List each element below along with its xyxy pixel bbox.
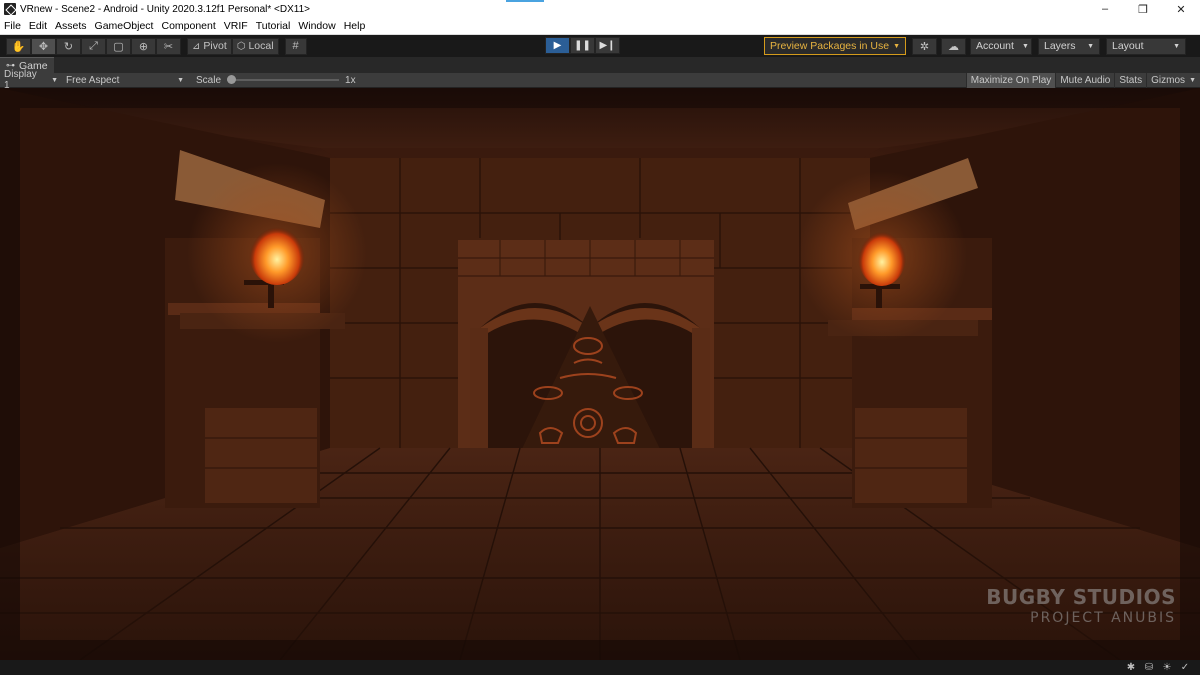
watermark-project: PROJECT ANUBIS [1030,610,1176,626]
play-icon[interactable]: ▶ [545,37,570,54]
layers-label: Layers [1044,40,1076,52]
minimize-button[interactable]: – [1086,0,1124,18]
account-label: Account [976,40,1014,52]
gizmos-label: Gizmos [1151,75,1186,86]
menu-tutorial[interactable]: Tutorial [252,20,295,32]
auto-generate-lighting-icon[interactable]: ☀ [1158,661,1176,674]
view-tab-bar: ⊶ Game [0,57,1200,73]
play-controls: ▶ ❚❚ ▶❙ [545,37,620,54]
toolbar-right: Preview Packages in Use ▼ ✲ ☁ Account ▼ … [764,37,1186,55]
unity-logo-icon [4,3,16,15]
gate-pillar-left [470,328,488,458]
debug-bug-icon[interactable]: ✱ [1122,661,1140,674]
rect-icon[interactable]: ▢ [106,37,131,55]
menu-window[interactable]: Window [294,20,339,32]
step-icon[interactable]: ▶❙ [595,37,620,54]
chevron-down-icon: ▼ [1173,42,1180,50]
right-torch [797,171,967,341]
scale-label: Scale [196,74,222,86]
rotate-icon[interactable]: ↻ [56,37,81,55]
local-toggle[interactable]: ⬡ Local [231,37,279,55]
local-cube-icon: ⬡ [236,40,246,52]
game-view-toolbar: Display 1 ▼ Free Aspect ▼ Scale 1x Maxim… [0,69,1200,91]
gate-pillar-right [692,328,710,458]
hand-icon[interactable]: ✋ [6,37,31,55]
cloud-icon[interactable]: ☁ [941,37,966,55]
watermark-studio: BUGBY STUDIOS [986,585,1176,609]
cache-server-icon[interactable]: ⛁ [1140,661,1158,674]
pivot-toggle[interactable]: ⊿ Pivot [187,37,232,55]
pivot-icon: ⊿ [192,40,201,52]
display-dropdown[interactable]: Display 1 ▼ [0,69,62,91]
scale-icon[interactable]: ⤢ [81,37,106,55]
grid-snap-group: # [284,37,307,55]
window-controls: – ❐ ✕ [1086,0,1200,18]
close-button[interactable]: ✕ [1162,0,1200,18]
scene-render [0,88,1200,660]
chevron-down-icon: ▼ [893,42,900,50]
account-dropdown[interactable]: Account ▼ [970,37,1032,55]
chevron-down-icon: ▼ [177,76,184,84]
menu-gameobject[interactable]: GameObject [91,20,158,32]
aspect-dropdown[interactable]: Free Aspect ▼ [62,73,188,88]
layers-dropdown[interactable]: Layers ▼ [1038,37,1100,55]
chevron-down-icon: ▼ [1087,42,1094,50]
local-label: Local [248,40,274,52]
mute-audio-toggle[interactable]: Mute Audio [1055,73,1114,88]
status-icons: ✱ ⛁ ☀ ✓ [1122,661,1194,674]
gizmos-dropdown[interactable]: Gizmos ▼ [1146,73,1200,88]
pause-icon[interactable]: ❚❚ [570,37,595,54]
taskbar-progress-strip [506,0,544,2]
game-viewport[interactable]: BUGBY STUDIOS PROJECT ANUBIS [0,88,1200,660]
handle-toggles: ⊿ Pivot ⬡ Local [187,37,279,55]
preview-packages-label: Preview Packages in Use [770,40,890,52]
menu-bar: File Edit Assets GameObject Component VR… [0,18,1200,35]
progress-check-icon[interactable]: ✓ [1176,661,1194,674]
move-icon[interactable]: ✥ [31,37,56,55]
aspect-label: Free Aspect [66,74,120,86]
menu-component[interactable]: Component [157,20,219,32]
stats-toggle[interactable]: Stats [1114,73,1146,88]
chevron-down-icon: ▼ [1189,77,1196,84]
chevron-down-icon: ▼ [1021,42,1029,50]
menu-assets[interactable]: Assets [51,20,91,32]
restore-button[interactable]: ❐ [1124,0,1162,18]
chevron-down-icon: ▼ [51,76,58,84]
scale-slider[interactable] [227,75,340,84]
transform-tools: ✋ ✥ ↻ ⤢ ▢ ⊕ ✂ [6,37,181,55]
transform-icon[interactable]: ⊕ [131,37,156,55]
game-view-options: Maximize On Play Mute Audio Stats Gizmos… [965,73,1200,88]
window-title: VRnew - Scene2 - Android - Unity 2020.3.… [20,3,310,15]
left-torch [187,163,367,343]
preview-packages-button[interactable]: Preview Packages in Use ▼ [764,37,906,55]
collab-icon[interactable]: ✲ [912,37,937,55]
grid-snap-icon[interactable]: # [284,37,307,55]
custom-tool-icon[interactable]: ✂ [156,37,181,55]
title-bar: VRnew - Scene2 - Android - Unity 2020.3.… [0,0,1200,18]
menu-edit[interactable]: Edit [25,20,51,32]
layout-dropdown[interactable]: Layout ▼ [1106,37,1186,55]
main-toolbar: ✋ ✥ ↻ ⤢ ▢ ⊕ ✂ ⊿ Pivot ⬡ Local # ▶ ❚❚ ▶❙ … [0,35,1200,57]
menu-file[interactable]: File [0,20,25,32]
menu-help[interactable]: Help [340,20,370,32]
maximize-on-play-toggle[interactable]: Maximize On Play [965,73,1056,88]
status-bar: ✱ ⛁ ☀ ✓ [0,660,1200,675]
scale-value: 1x [345,74,356,86]
studio-watermark: BUGBY STUDIOS PROJECT ANUBIS [986,585,1176,626]
layout-label: Layout [1112,40,1144,52]
pivot-label: Pivot [203,40,227,52]
scale-slider-thumb[interactable] [227,75,237,84]
menu-vrif[interactable]: VRIF [220,20,252,32]
